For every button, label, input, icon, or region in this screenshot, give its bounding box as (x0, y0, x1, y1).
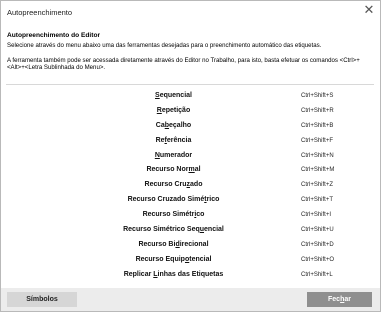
command-label[interactable]: Recurso Simétrico Sequencial (1, 226, 346, 233)
command-shortcut: Ctrl+Shift+O (301, 256, 335, 263)
command-label-end: inhas das Etiquetas (157, 270, 224, 278)
command-shortcut: Ctrl+Shift+U (301, 227, 334, 234)
command-row[interactable]: Recurso Simétrico Ctrl+Shift+I (1, 208, 380, 223)
command-shortcut: Ctrl+Shift+S (301, 93, 334, 99)
symbols-button[interactable]: Símbolos (7, 292, 77, 307)
command-label-start: Re (155, 136, 165, 144)
command-label-end: rico (206, 196, 220, 204)
command-shortcut: Ctrl+Shift+R (301, 107, 334, 114)
command-label-start: Replicar (123, 270, 154, 278)
command-label-end: encial (204, 226, 224, 234)
command-row[interactable]: Repetição Ctrl+Shift+R (1, 104, 380, 119)
command-label-start: Recurso Equip (135, 255, 185, 263)
dialog-footer: Símbolos Fechar (1, 288, 380, 311)
close-button-label-start: Fec (328, 296, 341, 303)
divider (6, 84, 374, 85)
command-label-end: tencial (189, 255, 212, 263)
command-row[interactable]: Recurso Equipotencial Ctrl+Shift+O (1, 253, 380, 268)
command-label[interactable]: Sequencial (1, 92, 346, 99)
command-label[interactable]: Replicar Linhas das Etiquetas (1, 271, 346, 278)
command-shortcut: Ctrl+Shift+T (301, 197, 334, 204)
shortcut-note: A ferramenta também pode ser acessada di… (7, 57, 360, 72)
command-row[interactable]: Recurso Simétrico Sequencial Ctrl+Shift+U (1, 223, 380, 238)
close-button[interactable]: Fechar (307, 292, 372, 307)
close-button-label-end: ar (344, 296, 351, 303)
command-label-end: co (196, 211, 205, 219)
command-label-end: equencial (159, 92, 192, 99)
command-label[interactable]: Recurso Equipotencial (1, 256, 346, 263)
command-label-end: ado (190, 181, 203, 189)
command-row[interactable]: Recurso Bidirecional Ctrl+Shift+D (1, 238, 380, 253)
command-row[interactable]: Replicar Linhas das Etiquetas Ctrl+Shift+… (1, 268, 380, 283)
command-label-start: Ca (155, 121, 165, 129)
command-list: Sequencial Ctrl+Shift+S Repetição Ctrl+Shif… (1, 89, 380, 283)
autofill-dialog: Autopreenchimento ✕ Autopreenchimento do… (0, 0, 381, 312)
command-label[interactable]: Cabeçalho (1, 122, 346, 129)
command-row[interactable]: Recurso Cruzado Simétrico Ctrl+Shift+T (1, 193, 380, 208)
command-label[interactable]: Recurso Cruzado Simétrico (1, 196, 346, 203)
command-label[interactable]: Referência (1, 137, 346, 144)
command-row[interactable]: Sequencial Ctrl+Shift+S (1, 89, 380, 104)
command-row[interactable]: Numerador Ctrl+Shift+N (1, 149, 380, 164)
command-label[interactable]: Recurso Simétrico (1, 211, 346, 218)
command-label-start: Recurso Simétrico Seq (123, 226, 200, 234)
command-label[interactable]: Recurso Cruzado (1, 181, 346, 188)
command-row[interactable]: Recurso Normal Ctrl+Shift+M (1, 163, 380, 178)
command-label-start: Recurso Bi (138, 240, 176, 248)
command-shortcut: Ctrl+Shift+L (301, 271, 333, 278)
command-shortcut: Ctrl+Shift+B (301, 122, 334, 129)
command-label-end: erência (166, 136, 192, 144)
command-row[interactable]: Cabeçalho Ctrl+Shift+B (1, 119, 380, 134)
command-shortcut: Ctrl+Shift+Z (301, 182, 334, 189)
command-shortcut: Ctrl+Shift+M (301, 167, 335, 174)
command-label[interactable]: Recurso Normal (1, 166, 346, 173)
command-row[interactable]: Referência Ctrl+Shift+F (1, 134, 380, 149)
section-heading: Autopreenchimento do Editor (7, 32, 101, 39)
close-icon[interactable]: ✕ (362, 3, 376, 17)
command-label-end: al (194, 166, 201, 174)
command-label[interactable]: Numerador (1, 152, 346, 159)
command-label-start: Recurso Cruzado Simé (127, 196, 205, 204)
command-label-start: Recurso Cru (144, 181, 187, 189)
title-bar: Autopreenchimento ✕ (1, 1, 380, 23)
command-label[interactable]: Recurso Bidirecional (1, 241, 346, 248)
window-title: Autopreenchimento (7, 8, 73, 17)
command-label-end: umerador (159, 151, 193, 159)
command-shortcut: Ctrl+Shift+F (301, 137, 334, 144)
command-shortcut: Ctrl+Shift+D (301, 241, 334, 248)
command-label-end: eçalho (169, 121, 192, 129)
command-row[interactable]: Recurso Cruzado Ctrl+Shift+Z (1, 178, 380, 193)
command-label[interactable]: Repetição (1, 107, 346, 114)
command-label-start: Recurso Nor (146, 166, 189, 174)
command-label-end: irecional (179, 240, 209, 248)
command-label-start: Recurso Simétr (142, 211, 195, 219)
command-shortcut: Ctrl+Shift+N (301, 152, 334, 159)
command-label-end: epetição (161, 106, 191, 114)
description-text: Selecione através do menu abaixo uma das… (7, 42, 322, 49)
command-shortcut: Ctrl+Shift+I (301, 212, 332, 219)
